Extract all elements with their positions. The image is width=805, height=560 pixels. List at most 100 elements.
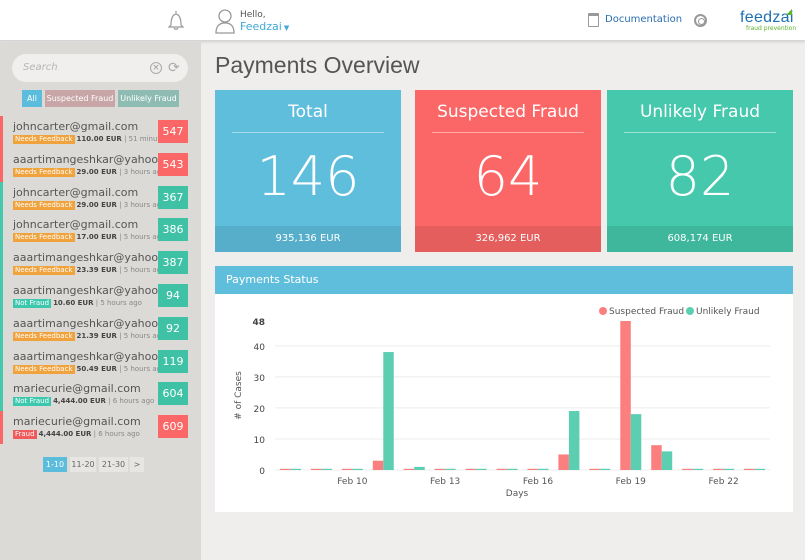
bar-suspected-fraud bbox=[651, 445, 662, 470]
status-badge: Needs Feedback bbox=[13, 233, 75, 243]
legend-label: Suspected Fraud bbox=[609, 307, 684, 317]
bar-unlikely-fraud bbox=[445, 468, 456, 470]
page-next[interactable]: > bbox=[130, 457, 144, 472]
x-tick-label: Feb 19 bbox=[616, 477, 647, 487]
bar-unlikely-fraud bbox=[754, 468, 766, 470]
search-input[interactable]: Search × ⟳ bbox=[12, 54, 188, 82]
x-tick-label: Feb 13 bbox=[430, 477, 460, 487]
list-item[interactable]: johncarter@gmail.com Needs Feedback 110.0… bbox=[0, 116, 201, 149]
list-item[interactable]: johncarter@gmail.com Needs Feedback 29.00… bbox=[0, 181, 201, 215]
card-value: 82 bbox=[665, 145, 735, 208]
risk-indicator bbox=[0, 411, 3, 444]
bar-unlikely-fraud bbox=[414, 466, 425, 470]
bar-unlikely-fraud bbox=[321, 468, 332, 470]
refresh-icon[interactable]: ⟳ bbox=[168, 60, 180, 76]
item-meta: Fraud 4,444.00 EUR | 6 hours ago bbox=[13, 430, 140, 440]
risk-indicator bbox=[0, 247, 3, 280]
y-tick-label: 30 bbox=[254, 374, 266, 384]
y-tick-label: 20 bbox=[254, 405, 266, 415]
item-meta: Needs Feedback 29.00 EUR | 3 hours ago bbox=[13, 200, 165, 210]
bar-unlikely-fraud bbox=[692, 468, 704, 470]
item-meta: Not Fraud 4,444.00 EUR | 6 hours ago bbox=[13, 397, 155, 407]
score-badge: 609 bbox=[158, 415, 188, 439]
page-1-10[interactable]: 1-10 bbox=[43, 457, 67, 472]
status-badge: Needs Feedback bbox=[13, 331, 75, 341]
score-badge: 604 bbox=[158, 382, 188, 406]
item-meta: Needs Feedback 23.39 EUR | 5 hours ago bbox=[13, 266, 165, 276]
list-item[interactable]: mariecurie@gmail.com Fraud 4,444.00 EUR |… bbox=[0, 411, 201, 444]
card-unlikely-fraud[interactable]: Unlikely Fraud 82 608,174 EUR bbox=[607, 90, 793, 252]
panel-title: Payments Status bbox=[215, 266, 793, 294]
score-badge: 387 bbox=[158, 251, 188, 275]
username: Feedzai bbox=[240, 20, 282, 33]
page-21-30[interactable]: 21-30 bbox=[99, 457, 128, 472]
list-item[interactable]: aaartimangeshkar@yahoo.com Needs Feedbac… bbox=[0, 148, 201, 182]
item-amount: 17.00 EUR bbox=[76, 233, 117, 242]
list-item[interactable]: aaartimangeshkar@yahoo.com Needs Feedbac… bbox=[0, 247, 201, 280]
item-meta: Needs Feedback 29.00 EUR | 3 hours ago bbox=[13, 167, 165, 177]
bar-unlikely-fraud bbox=[537, 468, 549, 470]
bell-icon[interactable] bbox=[166, 9, 186, 31]
status-badge: Needs Feedback bbox=[13, 266, 75, 276]
risk-indicator bbox=[0, 181, 3, 215]
item-meta: Not Fraud 10.60 EUR | 5 hours ago bbox=[13, 298, 142, 308]
x-tick-label: Feb 10 bbox=[337, 477, 368, 487]
item-amount: 21.39 EUR bbox=[76, 331, 117, 340]
bar-suspected-fraud bbox=[465, 468, 477, 470]
page-11-20[interactable]: 11-20 bbox=[70, 457, 96, 472]
item-time: | 6 hours ago bbox=[108, 397, 155, 406]
bar-suspected-fraud bbox=[589, 468, 600, 470]
list-item[interactable]: aaartimangeshkar@yahoo.com Not Fraud 10.6… bbox=[0, 279, 201, 313]
bar-suspected-fraud bbox=[372, 460, 384, 470]
x-axis-label: Days bbox=[506, 489, 529, 499]
sidebar: Search × ⟳ All Suspected Fraud Unlikely … bbox=[0, 42, 201, 560]
legend-marker bbox=[686, 307, 694, 315]
user-icon[interactable] bbox=[215, 8, 235, 34]
greeting: Hello, bbox=[240, 10, 266, 20]
list-item[interactable]: johncarter@gmail.com Needs Feedback 17.00… bbox=[0, 214, 201, 248]
item-email: johncarter@gmail.com bbox=[13, 120, 139, 133]
item-meta: Needs Feedback 17.00 EUR | 5 hours ago bbox=[13, 233, 165, 243]
bar-suspected-fraud bbox=[403, 468, 415, 470]
item-time: | 5 hours ago bbox=[95, 298, 142, 307]
document-icon bbox=[588, 13, 599, 27]
item-email: mariecurie@gmail.com bbox=[13, 415, 141, 429]
bar-suspected-fraud bbox=[434, 468, 446, 470]
filter-unlikely-fraud[interactable]: Unlikely Fraud bbox=[118, 90, 179, 107]
bar-unlikely-fraud bbox=[630, 414, 642, 470]
card-suspected-fraud[interactable]: Suspected Fraud 64 326,962 EUR bbox=[415, 90, 601, 252]
list-item[interactable]: aaartimangeshkar@yahoo.com Needs Feedbac… bbox=[0, 345, 201, 379]
score-badge: 92 bbox=[158, 316, 188, 340]
help-lifebuoy-icon[interactable] bbox=[694, 14, 707, 27]
status-badge: Not Fraud bbox=[13, 397, 52, 407]
risk-indicator bbox=[0, 214, 3, 248]
item-amount: 50.49 EUR bbox=[76, 364, 117, 373]
card-total[interactable]: Total 146 935,136 EUR bbox=[215, 90, 401, 252]
list-item[interactable]: mariecurie@gmail.com Not Fraud 4,444.00 E… bbox=[0, 378, 201, 412]
item-email: johncarter@gmail.com bbox=[13, 218, 139, 232]
y-tick-label: 0 bbox=[259, 467, 265, 477]
status-badge: Needs Feedback bbox=[13, 364, 75, 374]
documentation-link[interactable]: Documentation bbox=[605, 14, 682, 25]
score-badge: 119 bbox=[158, 349, 188, 373]
y-tick-label: 48 bbox=[252, 318, 265, 328]
clear-icon[interactable]: × bbox=[150, 62, 162, 74]
filter-suspected-fraud[interactable]: Suspected Fraud bbox=[45, 90, 115, 107]
payments-status-panel: Payments Status 0 10 20 30 40 48 # of Cases Feb… bbox=[215, 266, 793, 512]
bar-suspected-fraud bbox=[682, 468, 693, 470]
y-axis-label: # of Cases bbox=[234, 371, 244, 420]
item-meta: Needs Feedback 50.49 EUR | 5 hours ago bbox=[13, 364, 165, 374]
item-amount: 29.00 EUR bbox=[76, 200, 117, 209]
divider bbox=[432, 132, 584, 133]
card-title: Unlikely Fraud bbox=[639, 102, 761, 122]
score-badge: 386 bbox=[158, 218, 188, 242]
bar-suspected-fraud bbox=[496, 468, 508, 470]
risk-indicator bbox=[0, 312, 3, 346]
bar-unlikely-fraud bbox=[290, 468, 301, 470]
payments-status-chart: 0 10 20 30 40 48 # of Cases Feb 10 Feb 13 Feb 16 F… bbox=[234, 307, 770, 499]
legend-marker bbox=[599, 307, 607, 315]
filter-all[interactable]: All bbox=[22, 90, 42, 107]
user-menu[interactable]: Feedzai ▼ bbox=[240, 20, 289, 33]
card-title: Suspected Fraud bbox=[437, 102, 579, 122]
list-item[interactable]: aaartimangeshkar@yahoo.com Needs Feedbac… bbox=[0, 312, 201, 346]
